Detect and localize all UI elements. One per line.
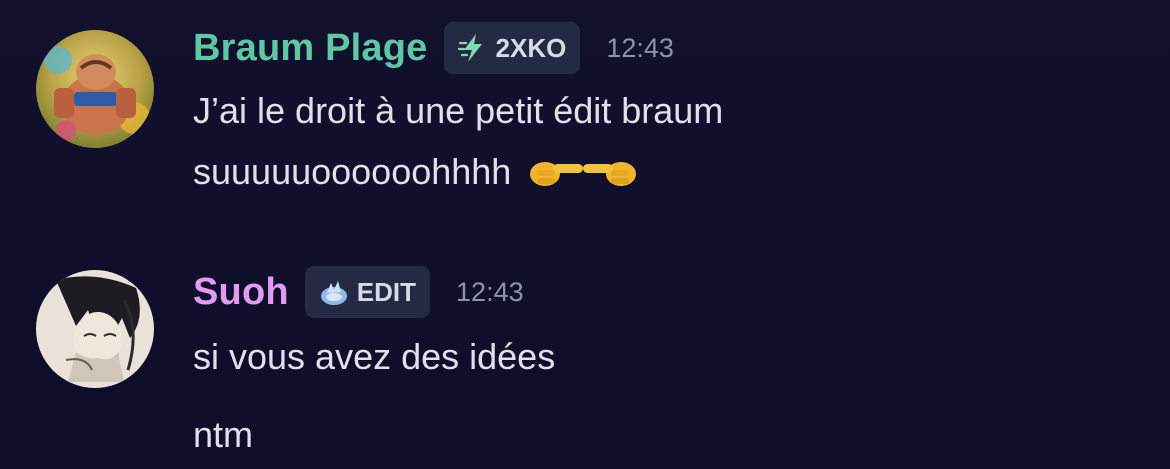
message-text: J’ai le droit à une petit édit braum <box>193 90 724 131</box>
avatar[interactable] <box>36 30 154 148</box>
message-text: suuuuuoooooohhhh <box>193 150 639 199</box>
chat-messages: Braum Plage 2XKO 12:43 J’ai le droit à u… <box>0 0 1170 469</box>
tag-label: EDIT <box>356 276 417 307</box>
tag-label: 2XKO <box>495 32 567 63</box>
snow-crystal-icon <box>320 281 347 305</box>
avatar[interactable] <box>36 270 154 388</box>
message-header: Suoh EDIT 12:43 <box>193 266 524 318</box>
username[interactable]: Braum Plage <box>193 27 428 70</box>
timestamp: 12:43 <box>606 32 674 63</box>
pointing-hands-emoji <box>527 150 639 199</box>
lightning-icon <box>457 34 482 62</box>
server-tag-badge[interactable]: 2XKO <box>443 22 581 74</box>
avatar-image <box>36 270 154 388</box>
message-text: si vous avez des idées <box>193 336 556 377</box>
username[interactable]: Suoh <box>193 271 289 314</box>
server-tag-badge[interactable]: EDIT <box>304 266 431 318</box>
avatar-image <box>36 30 154 148</box>
message-header: Braum Plage 2XKO 12:43 <box>193 22 674 74</box>
timestamp: 12:43 <box>456 276 524 307</box>
message-text: ntm <box>193 414 254 455</box>
